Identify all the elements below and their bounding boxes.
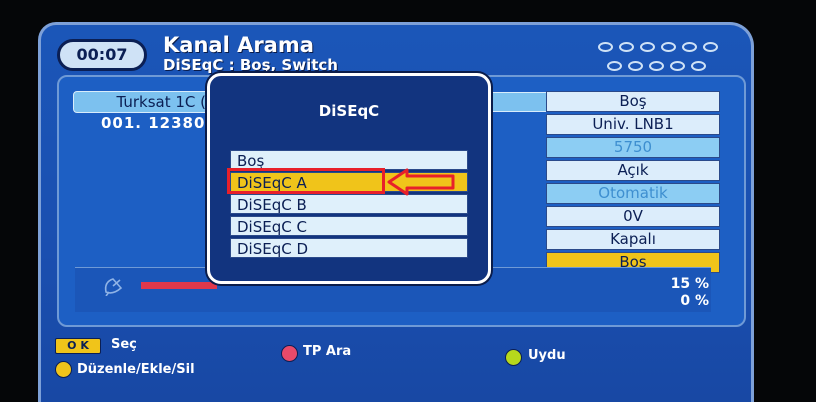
decorative-dots (595, 41, 745, 79)
satellite-dish-icon (104, 278, 123, 296)
parameter-values: Boş Univ. LNB1 5750 Açık Otomatik 0V Kap… (546, 91, 720, 275)
footer-legend: O K Seç TP Ara Uydu Düzenle/Ekle/Sil (41, 325, 751, 402)
value-lnb-power[interactable]: 0V (546, 206, 720, 227)
value-22khz[interactable]: Açık (546, 160, 720, 181)
select-label: Seç (111, 337, 137, 352)
edit-label: Düzenle/Ekle/Sil (77, 362, 195, 377)
option-diseqc-b[interactable]: DiSEqC B (230, 194, 468, 214)
value-polarity: Otomatik (546, 183, 720, 204)
annotation-highlight-box (227, 168, 385, 194)
page-title: Kanal Arama (163, 33, 314, 57)
value-motor[interactable]: Kapalı (546, 229, 720, 250)
option-diseqc-c[interactable]: DiSEqC C (230, 216, 468, 236)
red-arrow-icon (387, 168, 455, 196)
tp-search-label: TP Ara (303, 344, 352, 359)
popup-title: DiSEqC (318, 102, 380, 120)
transponder-line: 001. 12380 2 (101, 114, 224, 132)
signal-strength-bar (141, 282, 217, 289)
option-bos[interactable]: Boş (230, 150, 468, 170)
value-lnb-type[interactable]: Univ. LNB1 (546, 114, 720, 135)
ok-button[interactable]: O K (55, 338, 101, 354)
green-button-icon[interactable] (505, 349, 522, 366)
option-diseqc-d[interactable]: DiSEqC D (230, 238, 468, 258)
value-lnb-frequency: 5750 (546, 137, 720, 158)
yellow-button-icon[interactable] (55, 361, 72, 378)
signal-quality-value: 0 % (680, 293, 709, 309)
red-button-icon[interactable] (281, 345, 298, 362)
page-subtitle: DiSEqC : Boş, Switch (163, 56, 338, 74)
header: 00:07 Kanal Arama DiSEqC : Boş, Switch (41, 25, 751, 75)
signal-strength-value: 15 % (670, 276, 709, 292)
satellite-label: Uydu (528, 348, 566, 363)
timer: 00:07 (57, 39, 147, 71)
value-diseqc[interactable]: Boş (546, 91, 720, 112)
